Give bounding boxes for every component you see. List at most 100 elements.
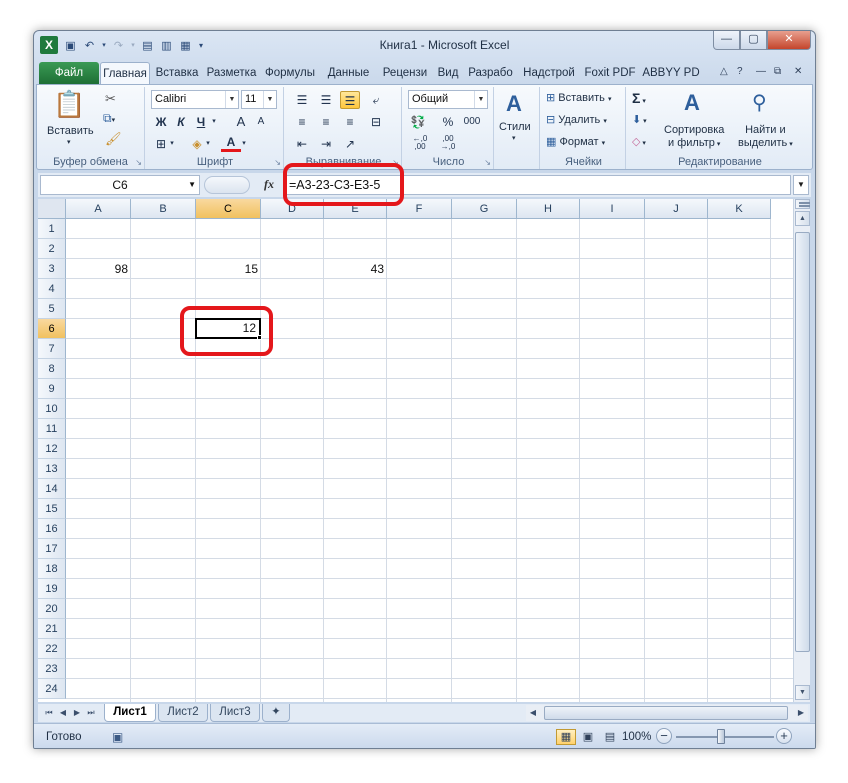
bold-button[interactable]: Ж xyxy=(151,113,171,131)
first-sheet-icon[interactable]: ⏮ xyxy=(42,706,56,720)
zoom-slider-track[interactable] xyxy=(676,736,774,738)
row-header-10[interactable]: 10 xyxy=(38,399,66,419)
underline-dropdown-icon[interactable]: ▾ xyxy=(209,113,219,131)
fill-button[interactable]: ⬇ ▾ xyxy=(632,113,647,126)
row-header-4[interactable]: 4 xyxy=(38,279,66,299)
row-header-9[interactable]: 9 xyxy=(38,379,66,399)
worksheet-grid[interactable]: A B C D E F G H I J K 1 2 3 4 5 6 7 8 9 10 11 12 13 14 15 16 17 18 19… xyxy=(38,199,793,702)
column-header-b[interactable]: B xyxy=(131,199,196,219)
minimize-button[interactable]: — xyxy=(713,31,740,50)
format-painter-icon[interactable]: 🖌 xyxy=(105,131,122,147)
font-name-select[interactable]: Calibri ▼ xyxy=(151,90,239,109)
page-break-view-button[interactable]: ▤ xyxy=(600,729,620,745)
cell-e3[interactable]: 43 xyxy=(324,259,387,279)
column-header-a[interactable]: A xyxy=(66,199,131,219)
row-header-5[interactable]: 5 xyxy=(38,299,66,319)
next-sheet-icon[interactable]: ▶ xyxy=(70,706,84,720)
paste-button[interactable]: 📋 xyxy=(53,89,85,120)
tab-insert[interactable]: Вставка xyxy=(152,62,202,84)
row-header-2[interactable]: 2 xyxy=(38,239,66,259)
cell-a3[interactable]: 98 xyxy=(66,259,131,279)
column-header-i[interactable]: I xyxy=(580,199,645,219)
scroll-down-button[interactable]: ▼ xyxy=(795,685,810,700)
styles-icon[interactable]: A xyxy=(506,91,522,117)
tab-view[interactable]: Вид xyxy=(434,62,462,84)
find-select-button[interactable]: Найти и выделить ▾ xyxy=(738,124,793,151)
normal-view-button[interactable]: ▦ xyxy=(556,729,576,745)
column-header-k[interactable]: K xyxy=(708,199,771,219)
font-launcher-icon[interactable]: ↘ xyxy=(274,158,281,167)
tab-file[interactable]: Файл xyxy=(39,62,99,84)
format-cells-button[interactable]: ▦ Формат ▾ xyxy=(546,135,605,148)
tab-formulas[interactable]: Формулы xyxy=(261,62,319,84)
column-header-c[interactable]: C xyxy=(196,199,261,219)
scroll-right-button[interactable]: ▶ xyxy=(794,706,808,720)
autosum-button[interactable]: Σ ▾ xyxy=(632,90,646,106)
delete-cells-button[interactable]: ⊟ Удалить ▾ xyxy=(546,113,607,126)
row-header-16[interactable]: 16 xyxy=(38,519,66,539)
tab-data[interactable]: Данные xyxy=(321,62,376,84)
doc-close-icon[interactable]: ✕ xyxy=(794,66,802,77)
row-header-1[interactable]: 1 xyxy=(38,219,66,239)
font-color-dropdown-icon[interactable]: ▾ xyxy=(239,135,249,153)
row-header-14[interactable]: 14 xyxy=(38,479,66,499)
align-right-icon[interactable]: ≡ xyxy=(340,113,360,131)
align-center-icon[interactable]: ≡ xyxy=(316,113,336,131)
tab-abbyy-pdf[interactable]: ABBYY PD xyxy=(642,62,700,84)
row-header-23[interactable]: 23 xyxy=(38,659,66,679)
zoom-slider-thumb[interactable] xyxy=(717,729,725,744)
row-header-8[interactable]: 8 xyxy=(38,359,66,379)
number-format-select[interactable]: Общий ▼ xyxy=(408,90,488,109)
sort-filter-icon[interactable]: A xyxy=(684,90,700,116)
increase-decimal-icon[interactable]: ←,0,00 xyxy=(410,135,430,153)
sort-filter-button[interactable]: Сортировка и фильтр ▾ xyxy=(664,124,724,151)
underline-button[interactable]: Ч xyxy=(191,113,211,131)
macro-record-icon[interactable]: ▣ xyxy=(112,730,123,744)
row-header-19[interactable]: 19 xyxy=(38,579,66,599)
paste-dropdown-icon[interactable]: ▾ xyxy=(67,138,71,146)
row-header-18[interactable]: 18 xyxy=(38,559,66,579)
vertical-scroll-thumb[interactable] xyxy=(795,232,810,652)
row-header-12[interactable]: 12 xyxy=(38,439,66,459)
grow-font-button[interactable]: A xyxy=(231,113,251,131)
formula-bar-splitter[interactable] xyxy=(204,176,250,194)
row-header-20[interactable]: 20 xyxy=(38,599,66,619)
thousands-button[interactable]: 000 xyxy=(462,113,482,131)
align-left-icon[interactable]: ≡ xyxy=(292,113,312,131)
tab-addins[interactable]: Надстрой xyxy=(520,62,578,84)
help-icon[interactable]: ? xyxy=(737,66,743,77)
number-launcher-icon[interactable]: ↘ xyxy=(484,158,491,167)
font-color-button[interactable]: A xyxy=(221,135,241,152)
row-header-15[interactable]: 15 xyxy=(38,499,66,519)
expand-formula-bar-icon[interactable]: ▼ xyxy=(793,175,809,195)
select-all-button[interactable] xyxy=(38,199,66,219)
zoom-in-button[interactable]: + xyxy=(776,728,792,744)
tab-developer[interactable]: Разрабо xyxy=(464,62,517,84)
insert-cells-button[interactable]: ⊞ Вставить ▾ xyxy=(546,91,612,104)
sheet-tab-3[interactable]: Лист3 xyxy=(210,704,260,722)
last-sheet-icon[interactable]: ⏭ xyxy=(84,706,98,720)
prev-sheet-icon[interactable]: ◀ xyxy=(56,706,70,720)
page-layout-view-button[interactable]: ▣ xyxy=(578,729,598,745)
tab-review[interactable]: Рецензи xyxy=(378,62,432,84)
column-header-j[interactable]: J xyxy=(645,199,708,219)
styles-button[interactable]: Стили xyxy=(499,121,531,133)
row-header-21[interactable]: 21 xyxy=(38,619,66,639)
merge-center-icon[interactable]: ⊟ xyxy=(366,113,386,131)
scroll-left-button[interactable]: ◀ xyxy=(526,706,540,720)
decrease-decimal-icon[interactable]: ,00 →,0 xyxy=(438,135,458,153)
minimize-ribbon-icon[interactable]: △ xyxy=(720,66,728,77)
currency-format-icon[interactable]: 💱 xyxy=(408,113,428,131)
row-header-24[interactable]: 24 xyxy=(38,679,66,699)
row-header-22[interactable]: 22 xyxy=(38,639,66,659)
maximize-button[interactable]: ▢ xyxy=(740,31,767,50)
tab-foxit-pdf[interactable]: Foxit PDF xyxy=(581,62,639,84)
insert-sheet-icon[interactable]: ✦ xyxy=(262,704,290,722)
font-size-select[interactable]: 11 ▼ xyxy=(241,90,277,109)
increase-indent-icon[interactable]: ⇥ xyxy=(316,135,336,153)
align-middle-icon[interactable]: ☰ xyxy=(316,91,336,109)
zoom-out-button[interactable]: − xyxy=(656,728,672,744)
clipboard-launcher-icon[interactable]: ↘ xyxy=(135,158,142,167)
borders-dropdown-icon[interactable]: ▾ xyxy=(167,135,177,153)
split-box-vertical[interactable] xyxy=(795,199,810,209)
